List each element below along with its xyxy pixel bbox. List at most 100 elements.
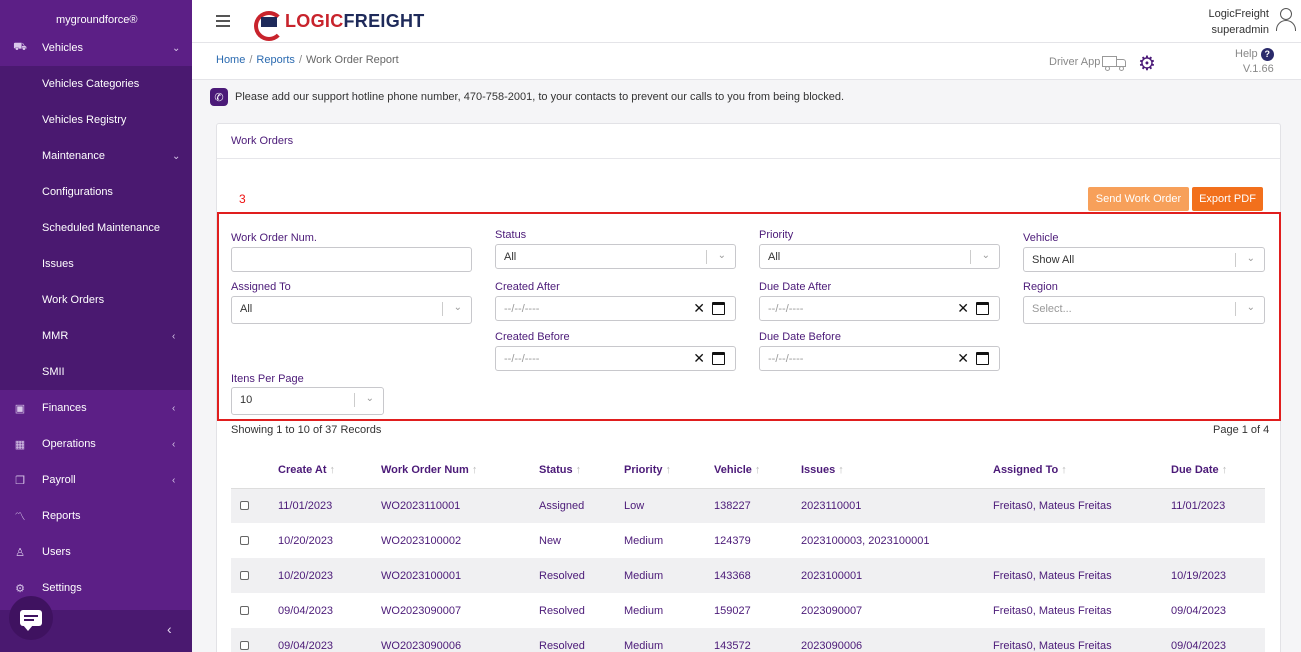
user-menu[interactable]: LogicFreight superadmin: [1208, 6, 1269, 38]
cell-assigned: Freitas0, Mateus Freitas: [993, 488, 1171, 523]
clear-icon: ✕: [693, 300, 705, 316]
breadcrumb-reports[interactable]: Reports: [256, 54, 295, 66]
chevron-down-icon: ⌄: [453, 302, 462, 313]
table-row[interactable]: 11/01/2023 WO2023110001 Assigned Low 138227 2…: [231, 488, 1265, 523]
records-count: Showing 1 to 10 of 37 Records: [231, 424, 382, 436]
cell-priority: Medium: [624, 558, 714, 593]
chevron-left-icon: ‹: [172, 438, 176, 450]
cell-issues: 2023110001: [801, 488, 993, 523]
row-checkbox[interactable]: [240, 501, 249, 511]
chevron-down-icon: ⌄: [1246, 253, 1255, 264]
select-column-header: [231, 452, 278, 489]
assigned-to-select[interactable]: All ⌄: [231, 296, 472, 324]
breadcrumb-current: Work Order Report: [306, 54, 399, 66]
cell-assigned: Freitas0, Mateus Freitas: [993, 558, 1171, 593]
row-select-cell: [231, 488, 278, 523]
column-header-priority[interactable]: Priority ↑: [624, 452, 714, 489]
cell-issues: 2023100001: [801, 558, 993, 593]
row-select-cell: [231, 558, 278, 593]
sidebar-item-label: Settings: [42, 582, 82, 594]
row-checkbox[interactable]: [240, 536, 249, 546]
page-indicator: Page 1 of 4: [1213, 424, 1270, 436]
collapse-sidebar-icon[interactable]: ‹: [167, 621, 172, 637]
sidebar-item-configurations[interactable]: Configurations: [0, 174, 192, 210]
status-select[interactable]: All ⌄: [495, 244, 736, 269]
cell-wo: WO2023090007: [381, 604, 462, 617]
table-row[interactable]: 09/04/2023 WO2023090006 Resolved Medium 1435…: [231, 628, 1265, 652]
chat-widget-button[interactable]: [9, 596, 53, 640]
cell-priority: Medium: [624, 534, 664, 547]
sidebar-item-payroll[interactable]: ❐ Payroll ‹: [0, 462, 192, 498]
users-icon: ♙: [15, 546, 25, 559]
driver-app-link[interactable]: Driver App: [1049, 53, 1128, 71]
sidebar-item-work-orders[interactable]: Work Orders: [0, 282, 192, 318]
items-per-page-select[interactable]: 10 ⌄: [231, 387, 384, 415]
table-row[interactable]: 10/20/2023 WO2023100002 New Medium 124379 202…: [231, 523, 1265, 558]
region-select[interactable]: Select... ⌄: [1023, 296, 1265, 324]
created-after-date[interactable]: --/--/---- ✕: [495, 296, 736, 321]
menu-icon[interactable]: [216, 15, 230, 27]
column-header-status[interactable]: Status ↑: [539, 452, 624, 489]
sidebar-item-maintenance[interactable]: Maintenance ⌄: [0, 138, 192, 174]
truck-icon: [1102, 53, 1128, 71]
logo[interactable]: LOGICFREIGHT: [252, 9, 425, 41]
sidebar-item-scheduled-maintenance[interactable]: Scheduled Maintenance: [0, 210, 192, 246]
column-header-vehicle[interactable]: Vehicle ↑: [714, 452, 801, 489]
version-label: V.1.66: [1242, 63, 1274, 75]
column-header-create-at[interactable]: Create At ↑: [278, 452, 381, 489]
chevron-left-icon: ‹: [172, 402, 176, 414]
column-header-assigned-to[interactable]: Assigned To ↑: [993, 452, 1171, 489]
sidebar-item-users[interactable]: ♙ Users: [0, 534, 192, 570]
sidebar-item-reports[interactable]: 〽 Reports: [0, 498, 192, 534]
table-row[interactable]: 10/20/2023 WO2023100001 Resolved Medium 1433…: [231, 558, 1265, 593]
sidebar-item-finances[interactable]: ▣ Finances ‹: [0, 390, 192, 426]
created-before-date[interactable]: --/--/---- ✕: [495, 346, 736, 371]
export-pdf-button[interactable]: Export PDF: [1192, 187, 1263, 211]
sidebar-item-mmr[interactable]: MMR ‹: [0, 318, 192, 354]
sidebar-item-vehicles-registry[interactable]: Vehicles Registry: [0, 102, 192, 138]
column-header-issues[interactable]: Issues ↑: [801, 452, 993, 489]
table-header-row: Create At ↑ Work Order Num ↑ Status ↑ Priority…: [231, 452, 1265, 489]
column-header-due-date[interactable]: Due Date ↑: [1171, 452, 1265, 489]
send-work-order-button[interactable]: Send Work Order: [1088, 187, 1189, 211]
sidebar-item-vehicles-categories[interactable]: Vehicles Categories: [0, 66, 192, 102]
row-checkbox[interactable]: [240, 571, 249, 581]
chevron-down-icon: ⌄: [981, 250, 990, 261]
due-date-after-label: Due Date After: [759, 281, 832, 293]
clear-icon: ✕: [957, 300, 969, 316]
logo-text: LOGICFREIGHT: [285, 10, 425, 31]
due-date-after-date[interactable]: --/--/---- ✕: [759, 296, 1000, 321]
help-link[interactable]: Help ? V.1.66: [1235, 47, 1274, 77]
cell-wo: WO2023100001: [381, 558, 539, 593]
sidebar-item-issues[interactable]: Issues: [0, 246, 192, 282]
row-checkbox[interactable]: [240, 606, 249, 616]
cell-issues: 2023100003, 2023100001: [801, 534, 930, 547]
topbar: LOGICFREIGHT LogicFreight superadmin: [192, 0, 1301, 43]
sidebar: mygroundforce® ⛟ Vehicles ⌄ Vehicles Catego…: [0, 0, 192, 652]
region-label: Region: [1023, 281, 1058, 293]
cell-assigned: Freitas0, Mateus Freitas: [993, 628, 1171, 652]
sidebar-item-vehicles[interactable]: ⛟ Vehicles ⌄: [0, 30, 192, 66]
cell-vehicle: 143572: [714, 628, 801, 652]
work-order-num-input[interactable]: [231, 247, 472, 272]
gear-icon[interactable]: ⚙: [1138, 51, 1156, 76]
table-row[interactable]: 09/04/2023 WO2023090007 Resolved Medium 1590…: [231, 593, 1265, 628]
vehicle-label: Vehicle: [1023, 232, 1059, 244]
clear-icon: ✕: [957, 350, 969, 366]
sidebar-item-operations[interactable]: ▦ Operations ‹: [0, 426, 192, 462]
row-checkbox[interactable]: [240, 641, 249, 651]
breadcrumb-home[interactable]: Home: [216, 54, 245, 66]
user-avatar-icon[interactable]: [1275, 8, 1297, 32]
sidebar-item-smii[interactable]: SMII: [0, 354, 192, 390]
card-title: Work Orders: [231, 135, 294, 147]
sidebar-item-label: Finances: [42, 402, 87, 414]
due-date-before-label: Due Date Before: [759, 331, 841, 343]
cell-due: [1171, 523, 1265, 558]
user-role: superadmin: [1211, 24, 1269, 36]
sort-arrow-icon: ↑: [1061, 463, 1067, 476]
vehicle-select[interactable]: Show All ⌄: [1023, 247, 1265, 272]
priority-select[interactable]: All ⌄: [759, 244, 1000, 269]
user-name: LogicFreight: [1208, 8, 1269, 20]
due-date-before-date[interactable]: --/--/---- ✕: [759, 346, 1000, 371]
column-header-work-order-num[interactable]: Work Order Num ↑: [381, 452, 539, 489]
